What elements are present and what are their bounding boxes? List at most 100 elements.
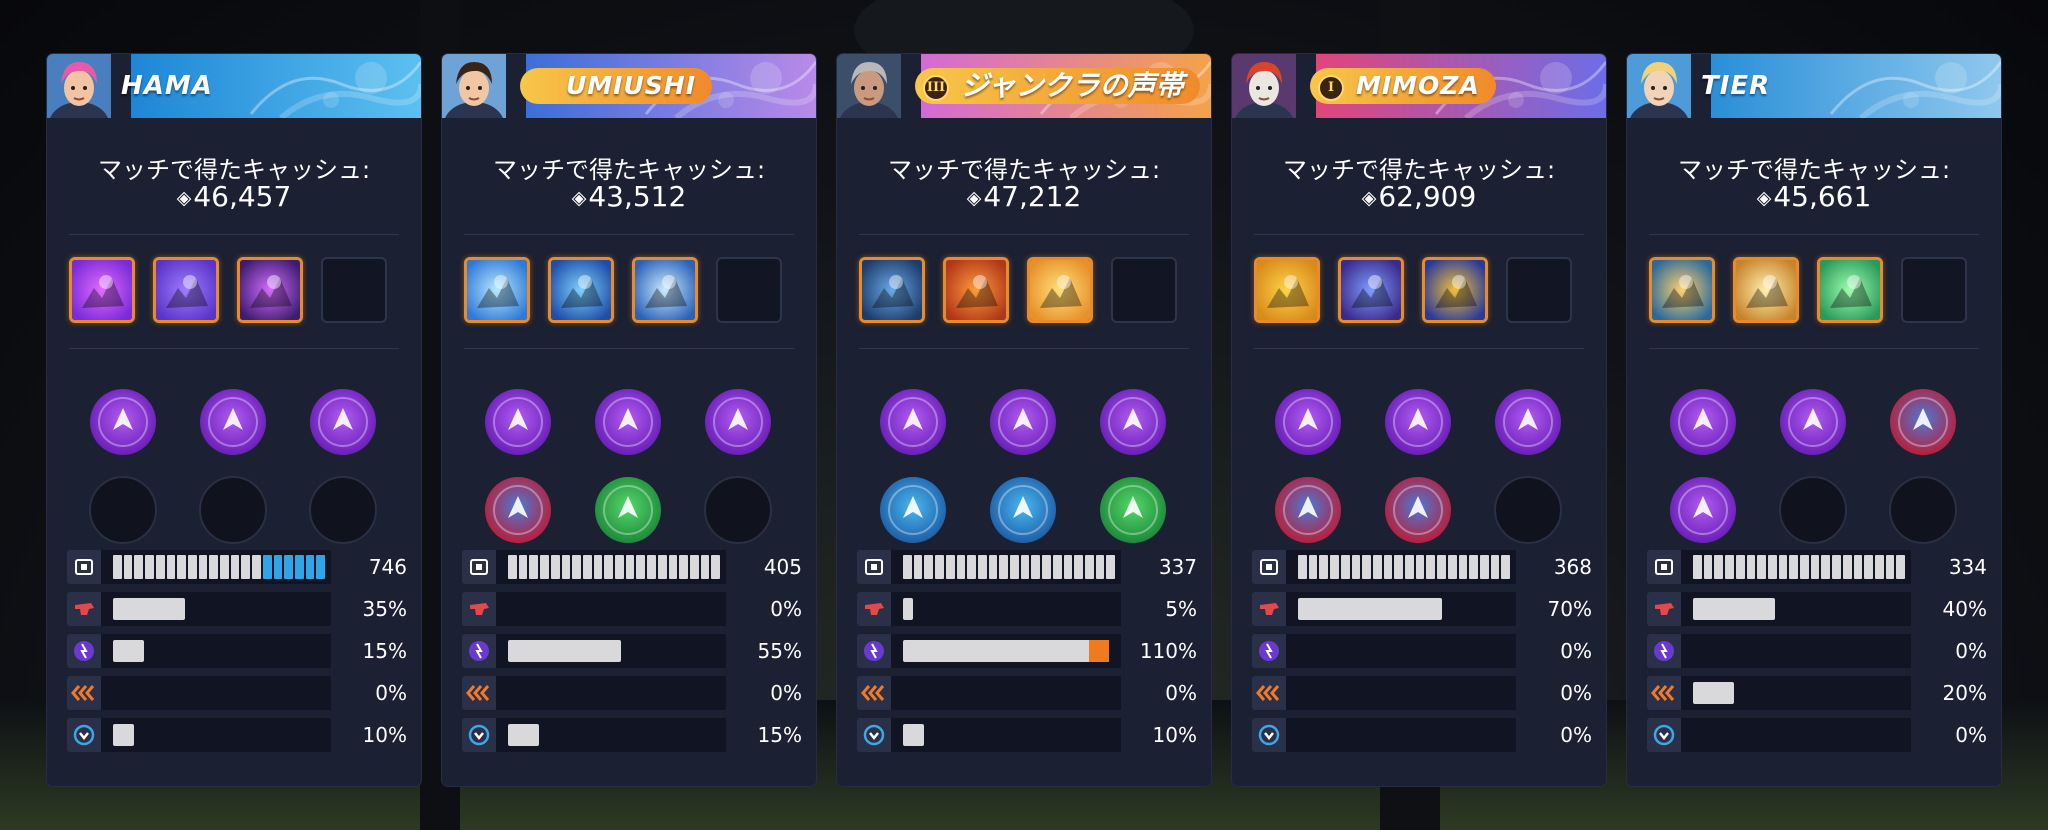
- empty-item-slot[interactable]: [321, 257, 387, 323]
- stat-value: 0%: [1560, 723, 1592, 747]
- fade-item-icon[interactable]: [1338, 257, 1404, 323]
- heal-boost-power-icon[interactable]: [594, 388, 662, 456]
- coalescence-item-icon[interactable]: [1422, 257, 1488, 323]
- level-segment: [625, 555, 635, 579]
- red-target-power-icon[interactable]: [1889, 388, 1957, 456]
- green-ring-power-icon[interactable]: [594, 476, 662, 544]
- weapon-damage-icon: [462, 550, 496, 584]
- biotic-grasp-item-icon[interactable]: [1254, 257, 1320, 323]
- empty-power-slot[interactable]: [89, 476, 157, 544]
- player-card: ジャンクラの声帯 III マッチで得たキャッシュ: ◈47,212 337 5%…: [837, 54, 1211, 786]
- cash-amount: 43,512: [588, 180, 687, 213]
- cash-amount: 62,909: [1378, 180, 1477, 213]
- blue-burst-power-icon[interactable]: [879, 476, 947, 544]
- level-segment: [1084, 555, 1094, 579]
- level-segment: [1372, 555, 1382, 579]
- stat-value: 746: [368, 555, 407, 579]
- divider: [69, 348, 399, 349]
- player-card: MIMOZA I マッチで得たキャッシュ: ◈62,909 368 70% 0%…: [1232, 54, 1606, 786]
- power-slots: [837, 374, 1211, 554]
- pulse-dagger-power-icon[interactable]: [89, 388, 157, 456]
- dash-arrows-power-icon[interactable]: [1779, 388, 1847, 456]
- empty-power-slot[interactable]: [704, 476, 772, 544]
- green-burst-power-icon[interactable]: [1099, 476, 1167, 544]
- stat-track: [101, 676, 331, 710]
- rifle-burst-item-icon[interactable]: [859, 257, 925, 323]
- overflow-fill: [1089, 640, 1109, 662]
- empty-item-slot[interactable]: [1901, 257, 1967, 323]
- empty-power-slot[interactable]: [1889, 476, 1957, 544]
- level-segment: [1330, 555, 1339, 579]
- level-segment: [1767, 555, 1777, 579]
- cryo-freeze-item-icon[interactable]: [632, 257, 698, 323]
- empty-item-slot[interactable]: [1111, 257, 1177, 323]
- level-segment: [924, 555, 934, 579]
- rotating-bubble-power-icon[interactable]: [309, 388, 377, 456]
- stat-value: 110%: [1139, 639, 1197, 663]
- pulse-dagger-power-icon[interactable]: [1274, 388, 1342, 456]
- level-segment: [1298, 555, 1307, 579]
- level-segment: [1308, 555, 1318, 579]
- particle-blast-item-icon[interactable]: [237, 257, 303, 323]
- burst-shield-power-icon[interactable]: [879, 388, 947, 456]
- valkyrie-item-icon[interactable]: [1733, 257, 1799, 323]
- stat-track: [1286, 634, 1516, 668]
- charge-ring-power-icon[interactable]: [704, 388, 772, 456]
- ice-blaster-item-icon[interactable]: [464, 257, 530, 323]
- charge-ring-power-icon[interactable]: [1099, 388, 1167, 456]
- empty-power-slot[interactable]: [1779, 476, 1847, 544]
- healing-icon: [1252, 634, 1286, 668]
- cooldown-icon: [857, 718, 891, 752]
- level-segment: [145, 555, 154, 579]
- red-orb-power-icon[interactable]: [1384, 476, 1452, 544]
- ice-wall-item-icon[interactable]: [548, 257, 614, 323]
- ability-damage-icon: [1647, 592, 1681, 626]
- guardian-angel-item-icon[interactable]: [1649, 257, 1715, 323]
- empty-item-slot[interactable]: [1506, 257, 1572, 323]
- moira-portrait-icon: [1232, 54, 1296, 118]
- empty-power-slot[interactable]: [309, 476, 377, 544]
- cash-gem-icon: ◈: [571, 187, 587, 209]
- tactical-visor-item-icon[interactable]: [943, 257, 1009, 323]
- level-segment: [1405, 555, 1414, 579]
- cash-gem-icon: ◈: [176, 187, 192, 209]
- level-segment: [134, 555, 144, 579]
- level-segment: [689, 555, 699, 579]
- resurrect-item-icon[interactable]: [1817, 257, 1883, 323]
- group-heal-power-icon[interactable]: [1494, 388, 1562, 456]
- level-segment: [967, 555, 976, 579]
- level-segment: [700, 555, 710, 579]
- red-shield-power-icon[interactable]: [1274, 476, 1342, 544]
- target-reticle-power-icon[interactable]: [989, 388, 1057, 456]
- stat-track: [1681, 634, 1911, 668]
- energy-orb-item-icon[interactable]: [153, 257, 219, 323]
- level-segment: [668, 555, 678, 579]
- level-segment: [230, 555, 240, 579]
- shield-hexagon-item-icon[interactable]: [69, 257, 135, 323]
- healing-icon: [857, 634, 891, 668]
- empty-power-slot[interactable]: [1494, 476, 1562, 544]
- target-reticle-power-icon[interactable]: [484, 388, 552, 456]
- level-segment: [1874, 555, 1884, 579]
- cooldown-reduction-bar: 0%: [1252, 718, 1592, 752]
- heal-cross-power-icon[interactable]: [1384, 388, 1452, 456]
- player-banner: HAMA: [47, 54, 421, 118]
- shield-slash-power-icon[interactable]: [1669, 476, 1737, 544]
- empty-power-slot[interactable]: [199, 476, 267, 544]
- dash-strike-power-icon[interactable]: [199, 388, 267, 456]
- group-heal-power-icon[interactable]: [1669, 388, 1737, 456]
- stat-value: 368: [1553, 555, 1592, 579]
- level-bar: 368: [1252, 550, 1592, 584]
- weapon-power-bar: 40%: [1647, 592, 1987, 626]
- level-segment: [988, 555, 998, 579]
- stat-track: [496, 718, 726, 752]
- helix-rocket-item-icon[interactable]: [1027, 257, 1093, 323]
- level-segment: [1800, 555, 1809, 579]
- blue-blast-power-icon[interactable]: [989, 476, 1057, 544]
- stat-track: [101, 550, 331, 584]
- empty-item-slot[interactable]: [716, 257, 782, 323]
- stat-track: [891, 718, 1121, 752]
- level-segment: [1810, 555, 1820, 579]
- red-hero-power-icon[interactable]: [484, 476, 552, 544]
- stat-track: [1286, 676, 1516, 710]
